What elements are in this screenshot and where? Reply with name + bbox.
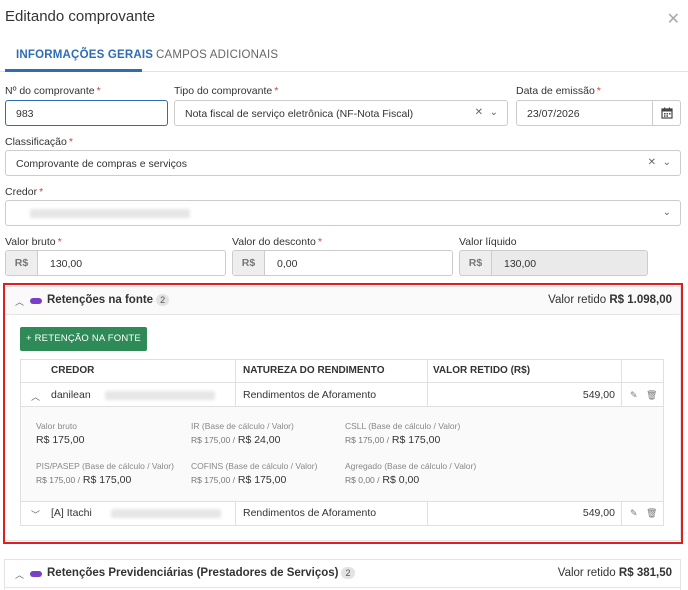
- valor-liquido-value: 130,00: [504, 258, 537, 270]
- classificacao-select[interactable]: Comprovante de compras e serviços ✕ ⌄: [5, 150, 681, 176]
- retencoes-prev-title: Retenções Previdenciárias (Prestadores d…: [47, 567, 355, 579]
- tipo-value: Nota fiscal de serviço eletrônica (NF-No…: [185, 108, 414, 120]
- currency-prefix: R$: [233, 251, 265, 275]
- valor-bruto-label: Valor bruto *: [5, 236, 62, 248]
- highlight-frame: [3, 283, 683, 544]
- numero-value: 983: [16, 108, 34, 120]
- close-icon[interactable]: ✕: [667, 9, 680, 29]
- valor-desconto-label: Valor do desconto *: [232, 236, 322, 248]
- classificacao-value: Comprovante de compras e serviços: [16, 158, 187, 170]
- clear-icon[interactable]: ✕: [475, 107, 483, 118]
- valor-bruto-value: 130,00: [50, 258, 83, 270]
- classificacao-label: Classificação *: [5, 136, 73, 148]
- tab-informacoes-gerais[interactable]: INFORMAÇÕES GERAIS: [16, 49, 153, 61]
- valor-bruto-input[interactable]: R$ 130,00: [5, 250, 226, 276]
- chevron-up-icon[interactable]: ︿: [15, 568, 24, 581]
- clear-icon[interactable]: ✕: [648, 157, 656, 168]
- tipo-select[interactable]: Nota fiscal de serviço eletrônica (NF-No…: [174, 100, 508, 126]
- tab-bar: INFORMAÇÕES GERAIS CAMPOS ADICIONAIS: [0, 36, 688, 72]
- tab-campos-adicionais[interactable]: CAMPOS ADICIONAIS: [156, 49, 278, 61]
- numero-label: Nº do comprovante *: [5, 85, 101, 97]
- retencoes-prev-total: Valor retido R$ 381,50: [557, 567, 672, 579]
- active-tab-indicator: [5, 69, 142, 72]
- chevron-down-icon[interactable]: ⌄: [663, 207, 671, 218]
- chevron-down-icon[interactable]: ⌄: [663, 157, 671, 168]
- currency-prefix: R$: [460, 251, 492, 275]
- data-input[interactable]: 23/07/2026: [516, 100, 681, 126]
- valor-liquido-input: R$ 130,00: [459, 250, 648, 276]
- count-badge: 2: [341, 567, 355, 579]
- category-pill-icon: [30, 571, 42, 577]
- modal-title: Editando comprovante: [5, 8, 156, 25]
- data-value: 23/07/2026: [527, 108, 580, 120]
- valor-desconto-input[interactable]: R$ 0,00: [232, 250, 453, 276]
- currency-prefix: R$: [6, 251, 38, 275]
- data-label: Data de emissão *: [516, 85, 601, 97]
- modal-header: Editando comprovante ✕: [0, 0, 688, 34]
- chevron-down-icon[interactable]: ⌄: [490, 107, 498, 118]
- numero-input[interactable]: 983: [5, 100, 168, 126]
- credor-label: Credor *: [5, 186, 44, 198]
- retencoes-prev-section: ︿ Retenções Previdenciárias (Prestadores…: [4, 559, 681, 590]
- redacted-credor: [30, 209, 190, 218]
- tipo-label: Tipo do comprovante *: [174, 85, 279, 97]
- credor-select[interactable]: ⌄: [5, 200, 681, 226]
- retencoes-prev-header[interactable]: ︿ Retenções Previdenciárias (Prestadores…: [5, 560, 680, 588]
- calendar-icon[interactable]: [652, 101, 680, 125]
- valor-desconto-value: 0,00: [277, 258, 298, 270]
- valor-liquido-label: Valor líquido: [459, 236, 517, 248]
